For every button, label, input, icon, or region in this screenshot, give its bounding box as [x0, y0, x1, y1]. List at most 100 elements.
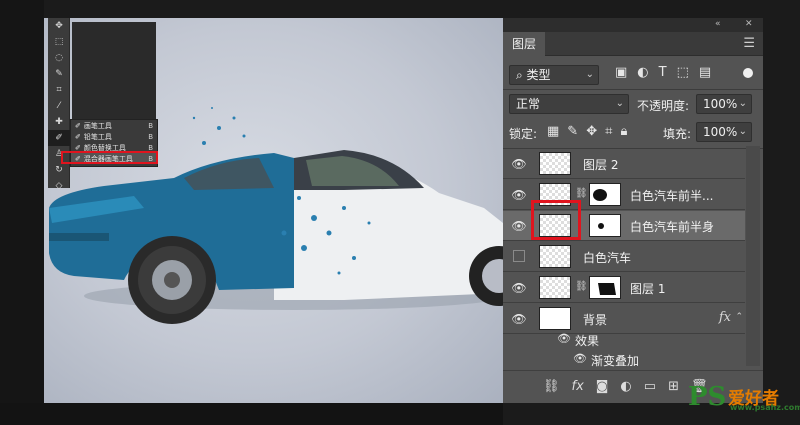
flyout-item[interactable]: ✐ 画笔工具 B: [71, 120, 157, 131]
eye-icon[interactable]: 👁︎: [511, 188, 527, 202]
lock-label: 锁定:: [509, 127, 538, 141]
lasso-tool-icon[interactable]: ◌: [48, 50, 70, 66]
lock-artboard-icon[interactable]: ⌗: [605, 124, 612, 139]
blend-mode-value: 正常: [516, 97, 541, 111]
move-tool-icon[interactable]: ✥: [48, 18, 70, 34]
layer-mask-thumbnail: [589, 276, 621, 299]
watermark-logo: PS: [688, 382, 727, 412]
eye-icon[interactable]: 👁︎: [511, 281, 527, 295]
highlight-box-layer-thumbnail: [531, 200, 581, 240]
new-layer-icon[interactable]: ⊞: [668, 379, 679, 394]
effect-item-label: 渐变叠加: [591, 354, 640, 368]
mask-shape: [593, 189, 607, 201]
lock-position-icon[interactable]: ✥: [586, 124, 597, 139]
chevron-down-icon: ⌄: [738, 98, 747, 109]
link-layers-icon[interactable]: ⛓︎: [543, 379, 560, 394]
layer-mask-thumbnail: [589, 183, 621, 206]
layer-mask-thumbnail: [589, 214, 621, 237]
layer-row[interactable]: 👁︎ 图层 2: [503, 149, 745, 179]
lock-row: 锁定: ▦ ✎ ✥ ⌗ 🔒︎ 填充: 100% ⌄: [503, 122, 763, 144]
new-group-icon[interactable]: ▭: [644, 379, 656, 394]
filter-smart-icon[interactable]: ▤: [699, 65, 711, 80]
flyout-item-label: 铅笔工具: [83, 132, 112, 141]
crop-tool-icon[interactable]: ⌗: [48, 82, 70, 98]
fill-label: 填充:: [663, 127, 692, 141]
layer-actions: ⛓︎ fx ◙ ◐ ▭ ⊞ 🗑︎: [543, 379, 707, 394]
eyedropper-tool-icon[interactable]: ⁄: [48, 98, 70, 114]
layer-name: 图层 2: [583, 158, 619, 172]
filter-shape-icon[interactable]: ⬚: [677, 65, 689, 80]
chevron-up-icon[interactable]: ⌃: [735, 312, 743, 322]
lock-all-icon[interactable]: 🔒︎: [620, 124, 627, 139]
filter-adjust-icon[interactable]: ◐: [637, 65, 648, 80]
collapse-icon[interactable]: «: [715, 19, 721, 29]
eye-icon[interactable]: 👁︎: [557, 332, 571, 345]
filter-row: ⌕ 类型 ⌄ ▣ ◐ T ⬚ ▤: [503, 65, 763, 87]
close-icon[interactable]: ✕: [745, 19, 753, 29]
fx-icon[interactable]: fx: [719, 310, 731, 325]
layer-thumbnail: [539, 245, 571, 268]
blend-row: 正常 ⌄ 不透明度: 100% ⌄: [503, 94, 763, 116]
filter-kind-value: 类型: [526, 68, 551, 82]
window-frame-left: [0, 0, 44, 425]
opacity-value: 100%: [703, 97, 738, 111]
visibility-toggle-off[interactable]: [513, 250, 525, 262]
history-brush-tool-icon[interactable]: ↻: [48, 162, 70, 178]
adjustment-layer-icon[interactable]: ◐: [620, 379, 631, 394]
eraser-tool-icon[interactable]: ◇: [48, 178, 70, 194]
quick-select-tool-icon[interactable]: ✎: [48, 66, 70, 82]
window-frame-bottom: [0, 403, 503, 425]
layer-name: 白色汽车前半身: [630, 220, 715, 234]
lock-paint-icon[interactable]: ✎: [567, 124, 578, 139]
chevron-down-icon: ⌄: [738, 126, 747, 137]
layer-thumbnail: [539, 152, 571, 175]
layer-name: 图层 1: [630, 282, 666, 296]
layer-name: 背景: [583, 313, 608, 327]
add-mask-icon[interactable]: ◙: [596, 379, 609, 394]
layer-thumbnail: [539, 307, 571, 330]
chevron-down-icon: ⌄: [615, 98, 624, 109]
marquee-tool-icon[interactable]: ⬚: [48, 34, 70, 50]
lock-icons: ▦ ✎ ✥ ⌗ 🔒︎: [547, 124, 627, 139]
flyout-item[interactable]: ✐ 铅笔工具 B: [71, 131, 157, 142]
effect-item-row[interactable]: 👁︎ 渐变叠加: [503, 348, 745, 370]
brush-icon: ✐: [75, 132, 81, 141]
effects-row[interactable]: 👁︎ 效果: [503, 328, 745, 350]
panel-top-bar: « ✕: [503, 18, 763, 32]
separator: [503, 89, 763, 90]
fill-input[interactable]: 100% ⌄: [696, 122, 752, 142]
eye-icon[interactable]: 👁︎: [511, 157, 527, 171]
tool-preview-area: [72, 22, 156, 120]
layer-name: 白色汽车: [583, 251, 632, 265]
panel-menu-icon[interactable]: ☰: [743, 36, 755, 51]
tab-layers[interactable]: 图层: [503, 32, 545, 56]
layer-row[interactable]: 白色汽车: [503, 242, 745, 272]
brush-tool-icon[interactable]: ✐: [48, 130, 70, 146]
panel-tab-bar: 图层 ☰: [503, 32, 763, 56]
layer-row[interactable]: 👁︎ ⛓︎ 图层 1: [503, 273, 745, 303]
layer-thumbnail: [539, 276, 571, 299]
eye-icon[interactable]: 👁︎: [511, 312, 527, 326]
blend-mode-select[interactable]: 正常 ⌄: [509, 94, 629, 114]
watermark-url: www.psahz.com: [730, 403, 800, 412]
opacity-input[interactable]: 100% ⌄: [696, 94, 752, 114]
eye-icon[interactable]: 👁︎: [573, 352, 587, 365]
add-style-icon[interactable]: fx: [572, 379, 584, 394]
eye-icon[interactable]: 👁︎: [511, 219, 527, 233]
layers-scrollbar[interactable]: [746, 146, 760, 366]
filter-kind-select[interactable]: ⌕ 类型 ⌄: [509, 65, 599, 85]
flyout-item-label: 画笔工具: [83, 121, 112, 130]
effects-label: 效果: [575, 334, 600, 348]
chevron-down-icon: ⌄: [585, 69, 594, 80]
link-icon: ⛓︎: [575, 188, 588, 199]
filter-type-icon[interactable]: T: [659, 65, 667, 80]
link-icon: ⛓︎: [575, 281, 588, 292]
watermark: PS 爱好者 www.psahz.com: [688, 382, 800, 412]
filter-icons: ▣ ◐ T ⬚ ▤: [615, 65, 711, 80]
opacity-label: 不透明度:: [637, 99, 690, 113]
healing-tool-icon[interactable]: ✚: [48, 114, 70, 130]
filter-pixel-icon[interactable]: ▣: [615, 65, 627, 80]
lock-transparent-icon[interactable]: ▦: [547, 124, 559, 139]
mask-shape: [598, 223, 604, 229]
filter-toggle[interactable]: [743, 68, 753, 78]
